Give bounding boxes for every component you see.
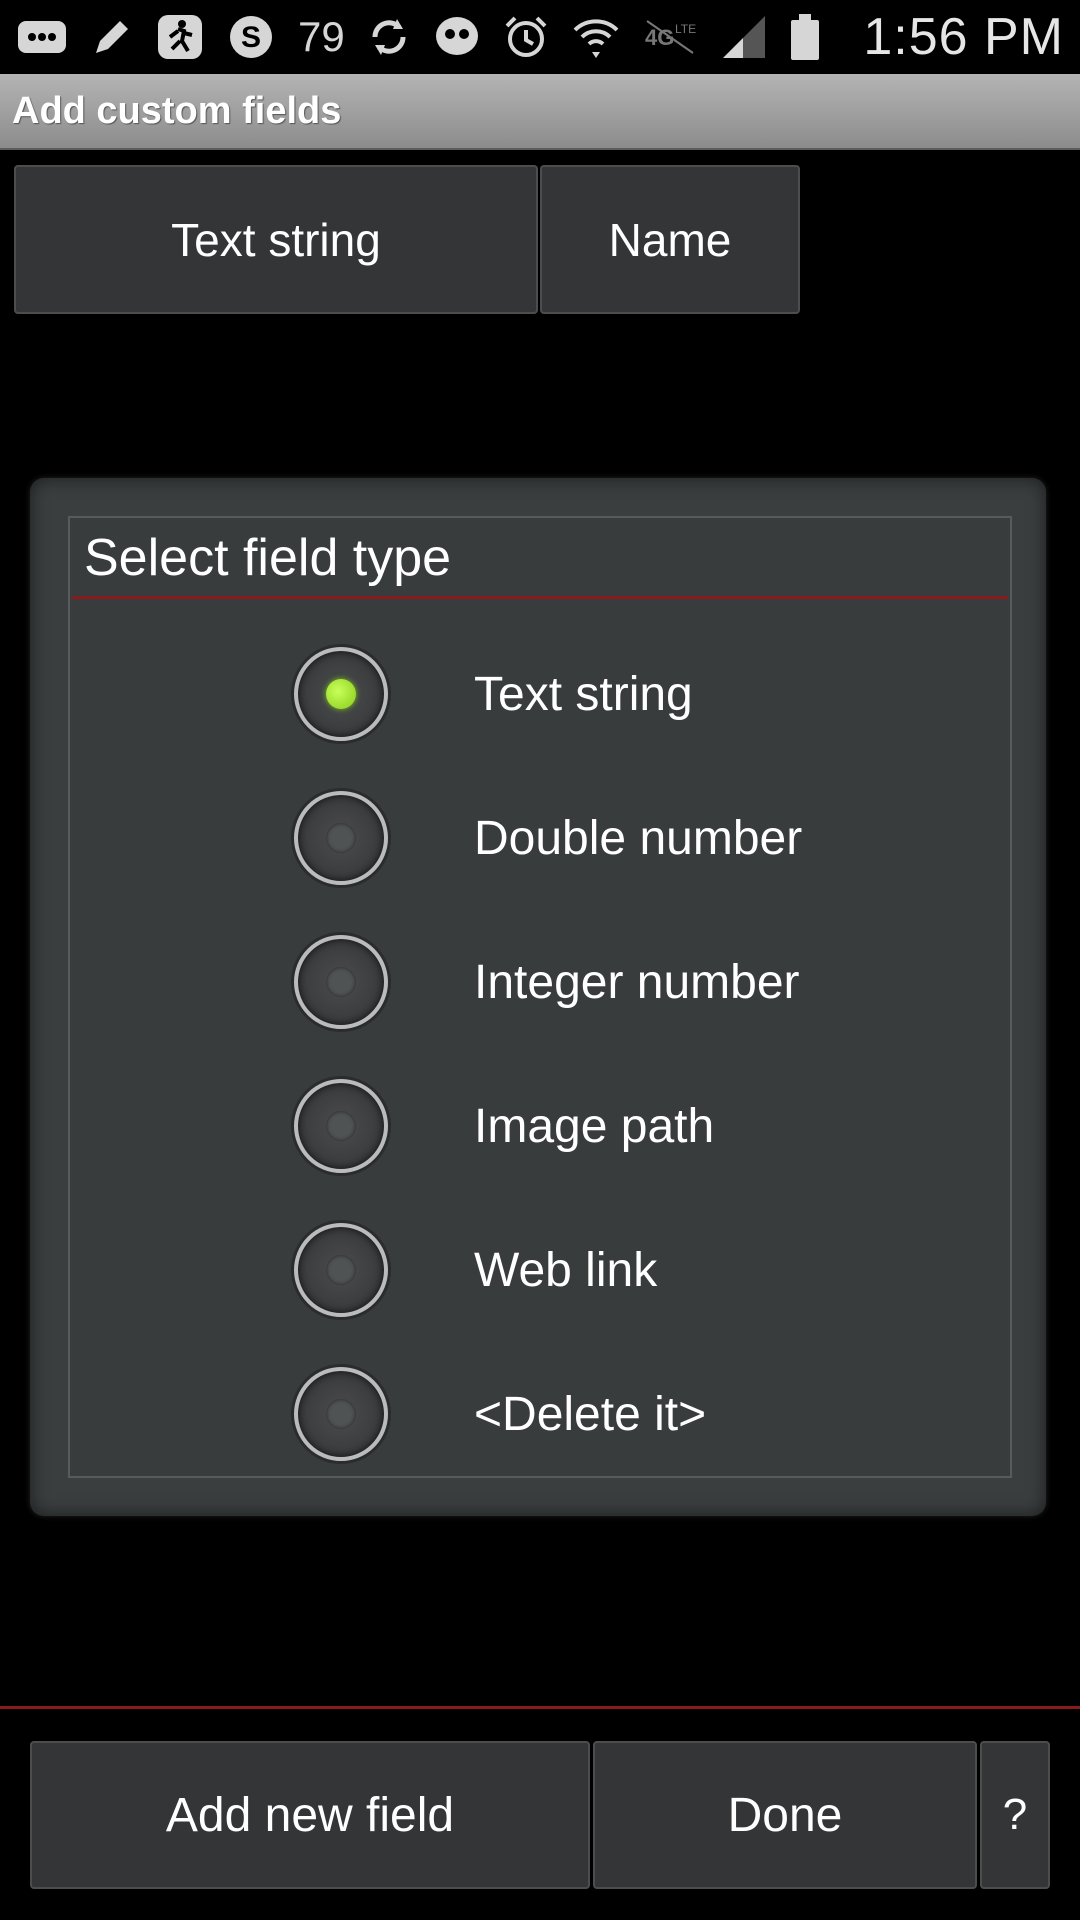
option-integer-number[interactable]: Integer number [70,910,1010,1054]
chat-icon [16,17,68,57]
radio-button[interactable] [294,647,388,741]
runner-icon [156,13,204,61]
option-web-link[interactable]: Web link [70,1198,1010,1342]
svg-text:S: S [241,21,261,54]
add-new-field-button[interactable]: Add new field [30,1741,590,1889]
field-name-button[interactable]: Name [540,165,800,314]
option-label: <Delete it> [474,1387,707,1441]
radio-button[interactable] [294,1367,388,1461]
svg-text:LTE: LTE [675,22,696,36]
option-delete-it[interactable]: <Delete it> [70,1342,1010,1486]
alarm-icon [503,14,549,60]
radio-dot [326,1399,356,1429]
field-type-button[interactable]: Text string [14,165,538,314]
custom-field-row: Text string Name [14,165,802,314]
chat-bubble-icon [433,14,481,60]
option-double-number[interactable]: Double number [70,766,1010,910]
skype-icon: S [226,12,276,62]
page-title: Add custom fields [12,89,342,132]
option-label: Text string [474,667,693,721]
radio-button[interactable] [294,1079,388,1173]
select-field-type-dialog: Select field type Text string Double num… [30,478,1046,1516]
bottom-button-bar: Add new field Done ? [30,1741,1053,1889]
dialog-title-divider [72,596,1008,599]
radio-dot [326,679,356,709]
sync-icon [367,15,411,59]
radio-dot [326,1111,356,1141]
wifi-icon [571,12,621,62]
radio-button[interactable] [294,791,388,885]
option-image-path[interactable]: Image path [70,1054,1010,1198]
pencil-icon [90,15,134,59]
radio-button[interactable] [294,1223,388,1317]
option-text-string[interactable]: Text string [70,622,1010,766]
lte-icon: 4G LTE [643,17,699,57]
option-label: Web link [474,1243,658,1297]
signal-icon [721,14,767,60]
notification-count: 79 [298,13,345,60]
option-label: Double number [474,811,803,865]
option-label: Image path [474,1099,715,1153]
radio-dot [326,823,356,853]
battery-icon [789,12,821,62]
bottom-divider [0,1706,1080,1709]
dialog-title: Select field type [84,529,452,587]
option-label: Integer number [474,955,800,1009]
title-bar: Add custom fields [0,74,1080,150]
radio-button[interactable] [294,935,388,1029]
clock: 1:56 PM [863,8,1064,66]
done-button[interactable]: Done [593,1741,977,1889]
radio-dot [326,1255,356,1285]
radio-dot [326,967,356,997]
help-button[interactable]: ? [980,1741,1050,1889]
dialog-content: Select field type Text string Double num… [68,516,1012,1478]
status-bar: S 79 4G LTE 1:56 PM [0,0,1080,74]
